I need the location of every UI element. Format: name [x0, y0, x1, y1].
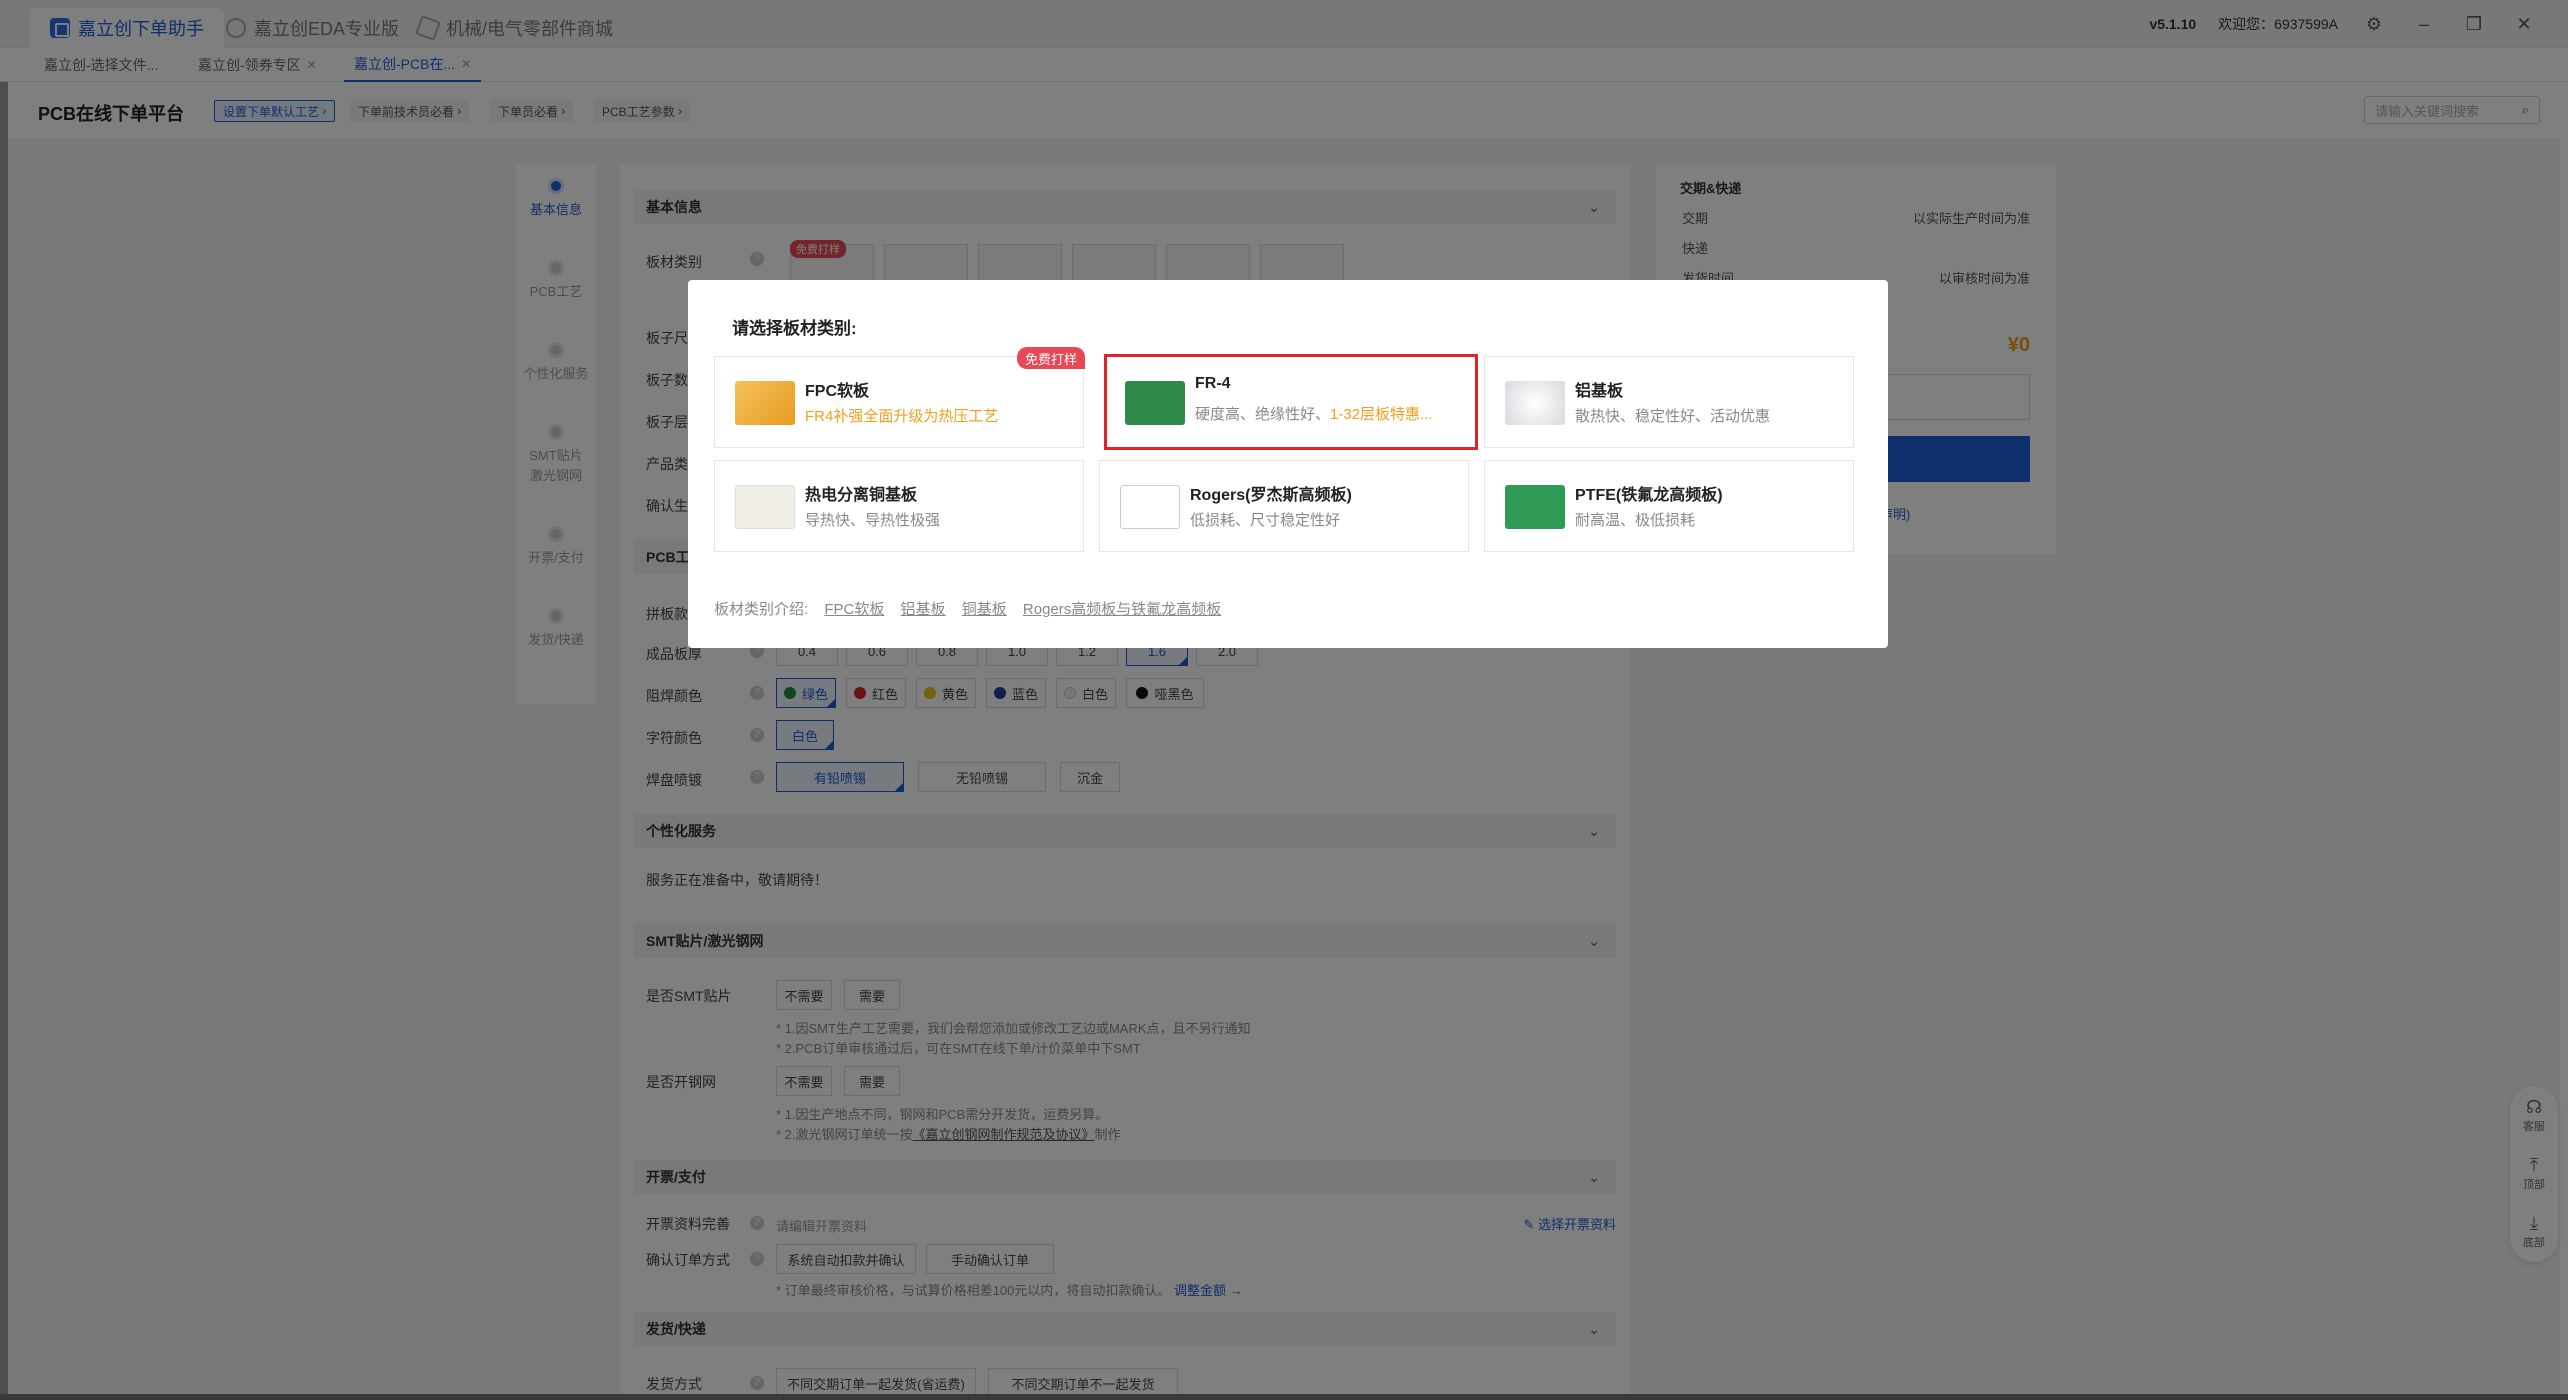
material-intro: 板材类别介绍: FPC软板 铝基板 铜基板 Rogers高频板与铁氟龙高频板 [714, 598, 1221, 619]
card-subtitle: 耐高温、极低损耗 [1575, 512, 1696, 529]
material-card-fpc[interactable]: FPC软板 FR4补强全面升级为热压工艺 免费打样 [714, 347, 1085, 448]
intro-link-copper[interactable]: 铜基板 [962, 601, 1007, 618]
material-card-ptfe[interactable]: PTFE(铁氟龙高频板) 耐高温、极低损耗 [1484, 460, 1854, 552]
modal-overlay[interactable] [0, 0, 2568, 1400]
fr4-board-icon [1125, 381, 1185, 425]
material-card-fr4[interactable]: FR-4 硬度高、绝缘性好、1-32层板特惠... [1104, 354, 1478, 450]
card-title: 铝基板 [1575, 383, 1624, 400]
fpc-board-icon [735, 381, 795, 425]
card-title: PTFE(铁氟龙高频板) [1575, 487, 1723, 504]
material-select-dialog: 请选择板材类别: FPC软板 FR4补强全面升级为热压工艺 免费打样 FR-4 … [688, 280, 1888, 648]
card-title: 热电分离铜基板 [805, 487, 918, 504]
window-bottom-edge [0, 1394, 2568, 1400]
aluminum-board-icon [1505, 381, 1565, 425]
copper-board-icon [735, 485, 795, 529]
card-title: Rogers(罗杰斯高频板) [1190, 487, 1352, 504]
material-card-aluminum[interactable]: 铝基板 散热快、稳定性好、活动优惠 [1484, 356, 1854, 448]
card-subtitle: 硬度高、绝缘性好、1-32层板特惠... [1195, 406, 1433, 423]
dialog-title: 请选择板材类别: [732, 319, 857, 338]
card-subtitle: 导热快、导热性极强 [805, 512, 941, 529]
intro-link-aluminum[interactable]: 铝基板 [901, 601, 946, 618]
intro-label: 板材类别介绍: [714, 601, 809, 618]
card-title: FR-4 [1195, 375, 1231, 392]
intro-link-rogers-ptfe[interactable]: Rogers高频板与铁氟龙高频板 [1023, 601, 1221, 618]
intro-link-fpc[interactable]: FPC软板 [824, 601, 884, 618]
card-subtitle: 散热快、稳定性好、活动优惠 [1575, 408, 1771, 425]
card-subtitle: FR4补强全面升级为热压工艺 [805, 408, 999, 425]
rogers-board-icon [1120, 485, 1180, 529]
material-card-copper[interactable]: 热电分离铜基板 导热快、导热性极强 [714, 460, 1084, 552]
ptfe-board-icon [1505, 485, 1565, 529]
free-sample-badge: 免费打样 [1016, 347, 1085, 369]
material-card-rogers[interactable]: Rogers(罗杰斯高频板) 低损耗、尺寸稳定性好 [1099, 460, 1469, 552]
card-subtitle: 低损耗、尺寸稳定性好 [1190, 512, 1341, 529]
card-title: FPC软板 [805, 383, 870, 400]
